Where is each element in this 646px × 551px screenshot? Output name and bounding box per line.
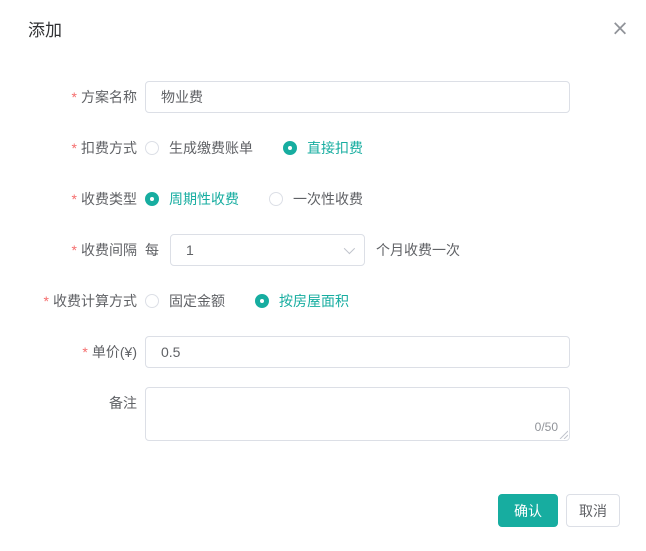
form-row-calc-method: *收费计算方式 固定金额 按房屋面积 xyxy=(0,285,646,317)
dialog-footer: 确认 取消 xyxy=(498,494,620,527)
required-asterisk: * xyxy=(44,293,49,309)
radio-generate-bill[interactable]: 生成缴费账单 xyxy=(145,138,253,158)
interval-suffix: 个月收费一次 xyxy=(376,234,460,266)
radio-label: 按房屋面积 xyxy=(279,291,349,311)
cancel-button[interactable]: 取消 xyxy=(566,494,620,527)
interval-prefix: 每 xyxy=(145,234,159,266)
radio-direct-deduct[interactable]: 直接扣费 xyxy=(283,138,363,158)
calc-method-label: *收费计算方式 xyxy=(0,285,145,317)
radio-by-house-area[interactable]: 按房屋面积 xyxy=(255,291,349,311)
unit-price-label: *单价(¥) xyxy=(0,336,145,368)
deduct-method-label: *扣费方式 xyxy=(0,132,145,164)
form-row-remark: 备注 0/50 xyxy=(0,387,646,444)
charge-interval-label: *收费间隔 xyxy=(0,234,145,266)
form-row-charge-interval: *收费间隔 每 1 个月收费一次 xyxy=(0,234,646,266)
unit-price-input[interactable] xyxy=(145,336,570,368)
plan-name-input[interactable] xyxy=(145,81,570,113)
required-asterisk: * xyxy=(72,191,77,207)
chevron-down-icon xyxy=(344,243,355,254)
form-row-charge-type: *收费类型 周期性收费 一次性收费 xyxy=(0,183,646,215)
radio-periodic-charge[interactable]: 周期性收费 xyxy=(145,189,239,209)
radio-checked-icon xyxy=(283,141,297,155)
radio-label: 生成缴费账单 xyxy=(169,138,253,158)
radio-unchecked-icon xyxy=(269,192,283,206)
required-asterisk: * xyxy=(72,242,77,258)
close-icon[interactable]: × xyxy=(608,16,632,40)
form-row-deduct-method: *扣费方式 生成缴费账单 直接扣费 xyxy=(0,132,646,164)
required-asterisk: * xyxy=(72,140,77,156)
interval-select-value: 1 xyxy=(186,242,194,258)
radio-label: 一次性收费 xyxy=(293,189,363,209)
radio-fixed-amount[interactable]: 固定金额 xyxy=(145,291,225,311)
add-dialog: 添加 × *方案名称 *扣费方式 生成缴费账单 直接扣费 xyxy=(0,0,646,551)
confirm-button[interactable]: 确认 xyxy=(498,494,558,527)
required-asterisk: * xyxy=(72,89,77,105)
radio-label: 固定金额 xyxy=(169,291,225,311)
resize-handle-icon[interactable] xyxy=(558,429,568,439)
dialog-title: 添加 xyxy=(28,21,62,40)
remark-textarea-wrap: 0/50 xyxy=(145,387,570,444)
radio-label: 直接扣费 xyxy=(307,138,363,158)
radio-checked-icon xyxy=(255,294,269,308)
interval-select[interactable]: 1 xyxy=(170,234,365,266)
radio-unchecked-icon xyxy=(145,294,159,308)
radio-label: 周期性收费 xyxy=(169,189,239,209)
dialog-header: 添加 xyxy=(0,0,646,42)
remark-label: 备注 xyxy=(0,387,145,419)
remark-textarea[interactable] xyxy=(145,387,570,441)
form-row-plan-name: *方案名称 xyxy=(0,81,646,113)
plan-name-label: *方案名称 xyxy=(0,81,145,113)
radio-unchecked-icon xyxy=(145,141,159,155)
add-form: *方案名称 *扣费方式 生成缴费账单 直接扣费 *收费类型 xyxy=(0,81,646,444)
required-asterisk: * xyxy=(82,344,87,360)
radio-checked-icon xyxy=(145,192,159,206)
form-row-unit-price: *单价(¥) xyxy=(0,336,646,368)
charge-type-label: *收费类型 xyxy=(0,183,145,215)
radio-onetime-charge[interactable]: 一次性收费 xyxy=(269,189,363,209)
